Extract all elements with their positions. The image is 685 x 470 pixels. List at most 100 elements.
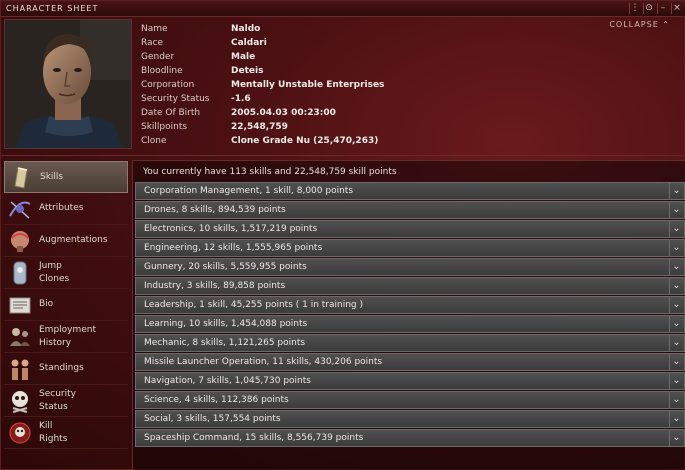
info-value: Caldari xyxy=(231,38,267,48)
chevron-down-icon[interactable]: ⌄ xyxy=(669,240,683,256)
header-divider xyxy=(1,155,685,156)
info-row-bloodline: Bloodline Deteis xyxy=(141,66,384,80)
skill-group-label: Electronics, 10 skills, 1,517,219 points xyxy=(144,224,318,234)
sidebar-item-label: Attributes xyxy=(39,203,84,213)
jump-clones-icon xyxy=(13,261,27,284)
chevron-down-icon[interactable]: ⌄ xyxy=(669,221,683,237)
info-row-race: Race Caldari xyxy=(141,38,384,52)
skill-group-row[interactable]: Corporation Management, 1 skill, 8,000 p… xyxy=(135,182,685,200)
skill-group-row[interactable]: Industry, 3 skills, 89,858 points ⌄ xyxy=(135,277,685,295)
chevron-down-icon[interactable]: ⌄ xyxy=(669,202,683,218)
info-row-name: Name Naldo xyxy=(141,24,384,38)
skill-group-row[interactable]: Electronics, 10 skills, 1,517,219 points… xyxy=(135,220,685,238)
window-pin-button[interactable]: ⊙ xyxy=(643,3,654,14)
skill-group-row[interactable]: Gunnery, 20 skills, 5,559,955 points ⌄ xyxy=(135,258,685,276)
skill-group-label: Navigation, 7 skills, 1,045,730 points xyxy=(144,376,311,386)
minimize-button[interactable]: – xyxy=(657,3,668,14)
character-info: Name Naldo Race Caldari Gender Male Bloo… xyxy=(141,24,384,150)
augmentations-icon xyxy=(11,230,29,252)
chevron-down-icon[interactable]: ⌄ xyxy=(669,297,683,313)
skill-group-row[interactable]: Mechanic, 8 skills, 1,121,265 points ⌄ xyxy=(135,334,685,352)
sidebar-item-attributes[interactable]: Attributes xyxy=(4,193,128,225)
chevron-down-icon[interactable]: ⌄ xyxy=(669,278,683,294)
corporation-link[interactable]: Mentally Unstable Enterprises xyxy=(231,80,384,94)
skill-group-row[interactable]: Drones, 8 skills, 894,539 points ⌄ xyxy=(135,201,685,219)
chevron-down-icon[interactable]: ⌄ xyxy=(669,392,683,408)
info-value: Naldo xyxy=(231,24,261,34)
info-row-security-status: Security Status -1.6 xyxy=(141,94,384,108)
character-portrait[interactable] xyxy=(4,19,132,149)
sidebar-item-label: Jump Clones xyxy=(39,260,70,284)
security-status-icon xyxy=(12,390,28,413)
skills-summary: You currently have 113 skills and 22,548… xyxy=(143,167,397,177)
skill-group-row[interactable]: Navigation, 7 skills, 1,045,730 points ⌄ xyxy=(135,372,685,390)
skills-panel: You currently have 113 skills and 22,548… xyxy=(132,160,685,470)
sidebar-item-security-status[interactable]: Security Status xyxy=(4,385,128,417)
sidebar-item-label: Augmentations xyxy=(39,235,108,245)
sidebar-item-jump-clones[interactable]: Jump Clones xyxy=(4,257,128,289)
info-label: Security Status xyxy=(141,94,210,104)
chevron-down-icon[interactable]: ⌄ xyxy=(669,354,683,370)
window-title: CHARACTER SHEET xyxy=(6,4,99,13)
sidebar-item-employment-history[interactable]: Employment History xyxy=(4,321,128,353)
skill-group-row[interactable]: Leadership, 1 skill, 45,255 points ( 1 i… xyxy=(135,296,685,314)
skill-group-label: Mechanic, 8 skills, 1,121,265 points xyxy=(144,338,306,348)
bio-icon xyxy=(9,297,31,313)
info-value: Deteis xyxy=(231,66,264,76)
chevron-down-icon[interactable]: ⌄ xyxy=(669,373,683,389)
sidebar-item-standings[interactable]: Standings xyxy=(4,353,128,385)
sidebar-item-label: Employment History xyxy=(39,324,97,348)
close-button[interactable]: × xyxy=(671,3,682,14)
skill-group-row[interactable]: Learning, 10 skills, 1,454,088 points ⌄ xyxy=(135,315,685,333)
skills-icon xyxy=(14,167,28,189)
info-value: Male xyxy=(231,52,256,62)
character-sheet-window: CHARACTER SHEET ⋮ ⊙ – × COLLAPSE ⌃ Name … xyxy=(0,0,685,470)
sidebar-item-label: Standings xyxy=(39,363,84,373)
skill-group-label: Gunnery, 20 skills, 5,559,955 points xyxy=(144,262,307,272)
title-bar[interactable]: CHARACTER SHEET ⋮ ⊙ – × xyxy=(1,1,685,17)
skill-group-row[interactable]: Engineering, 12 skills, 1,555,965 points… xyxy=(135,239,685,257)
skill-group-label: Leadership, 1 skill, 45,255 points ( 1 i… xyxy=(144,300,364,310)
skill-group-list: Corporation Management, 1 skill, 8,000 p… xyxy=(135,182,685,448)
sidebar-item-bio[interactable]: Bio xyxy=(4,289,128,321)
skill-group-label: Social, 3 skills, 157,554 points xyxy=(144,414,281,424)
skill-group-label: Missile Launcher Operation, 11 skills, 4… xyxy=(144,357,383,367)
info-label: Name xyxy=(141,24,168,34)
window-controls: ⋮ ⊙ – × xyxy=(629,3,682,14)
sidebar-item-skills[interactable]: Skills xyxy=(4,161,128,193)
sidebar-item-kill-rights[interactable]: Kill Rights xyxy=(4,417,128,449)
skill-group-label: Industry, 3 skills, 89,858 points xyxy=(144,281,286,291)
employment-history-icon xyxy=(10,327,30,346)
info-row-gender: Gender Male xyxy=(141,52,384,66)
chevron-down-icon[interactable]: ⌄ xyxy=(669,183,683,199)
sidebar-item-label: Kill Rights xyxy=(39,420,68,444)
collapse-button[interactable]: COLLAPSE ⌃ xyxy=(609,20,670,29)
info-value: 22,548,759 xyxy=(231,122,288,132)
sidebar-item-label: Skills xyxy=(40,171,64,182)
kill-rights-icon xyxy=(9,422,31,443)
skill-group-row[interactable]: Social, 3 skills, 157,554 points ⌄ xyxy=(135,410,685,428)
info-row-clone: Clone Clone Grade Nu (25,470,263) xyxy=(141,136,384,150)
info-row-corporation: Corporation Mentally Unstable Enterprise… xyxy=(141,80,384,94)
chevron-down-icon[interactable]: ⌄ xyxy=(669,316,683,332)
info-label: Corporation xyxy=(141,80,195,90)
info-value: -1.6 xyxy=(231,94,251,104)
info-row-date-of-birth: Date Of Birth 2005.04.03 00:23:00 xyxy=(141,108,384,122)
skill-group-row[interactable]: Spaceship Command, 15 skills, 8,556,739 … xyxy=(135,429,685,447)
skill-group-label: Corporation Management, 1 skill, 8,000 p… xyxy=(144,186,354,196)
skill-group-label: Engineering, 12 skills, 1,555,965 points xyxy=(144,243,323,253)
info-label: Clone xyxy=(141,136,167,146)
chevron-down-icon[interactable]: ⌄ xyxy=(669,411,683,427)
standings-icon xyxy=(11,359,29,380)
info-label: Bloodline xyxy=(141,66,183,76)
chevron-down-icon[interactable]: ⌄ xyxy=(669,259,683,275)
skill-group-row[interactable]: Missile Launcher Operation, 11 skills, 4… xyxy=(135,353,685,371)
window-menu-button[interactable]: ⋮ xyxy=(629,3,640,14)
chevron-down-icon[interactable]: ⌄ xyxy=(669,335,683,351)
chevron-down-icon[interactable]: ⌄ xyxy=(669,430,683,446)
attributes-icon xyxy=(9,200,31,219)
info-label: Gender xyxy=(141,52,175,62)
sidebar-item-augmentations[interactable]: Augmentations xyxy=(4,225,128,257)
sidebar-nav: Skills Attributes Augmentations Jump Clo… xyxy=(4,161,128,449)
skill-group-row[interactable]: Science, 4 skills, 112,386 points ⌄ xyxy=(135,391,685,409)
